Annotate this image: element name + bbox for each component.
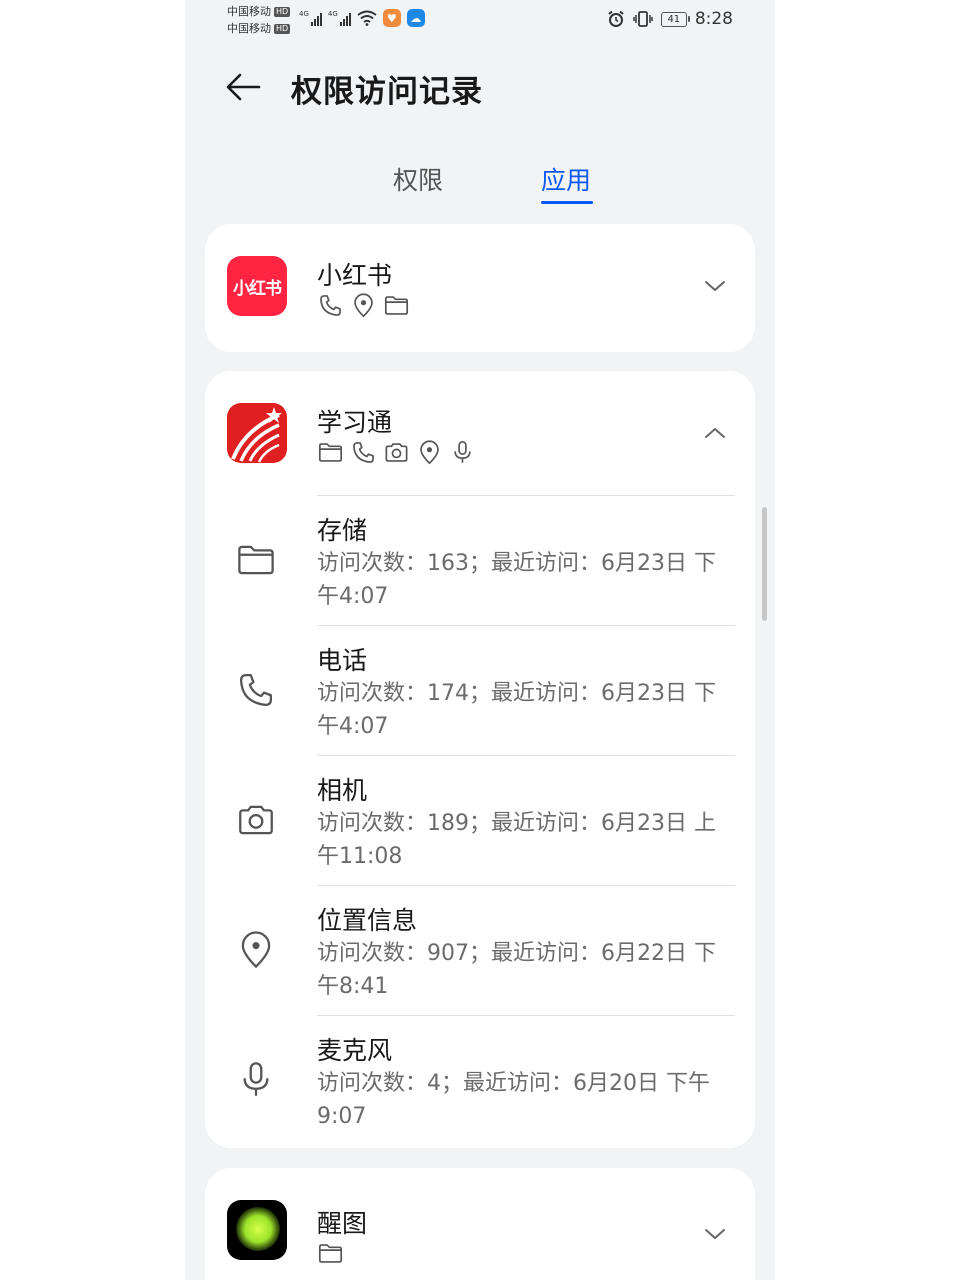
app-name: 醒图 bbox=[317, 1209, 368, 1238]
location-icon bbox=[354, 293, 373, 318]
hd-badge: HD bbox=[274, 23, 291, 34]
notification-app-icon: ♥ bbox=[382, 9, 401, 27]
app-row[interactable]: 醒图 bbox=[205, 1168, 755, 1280]
permission-item-location[interactable]: 位置信息 访问次数：907；最近访问：6月22日 下午8:41 bbox=[205, 885, 755, 1015]
network-type: 4G bbox=[327, 10, 338, 18]
microphone-icon bbox=[454, 440, 471, 463]
divider bbox=[317, 885, 735, 886]
xiaohongshu-app-icon: 小红书 bbox=[227, 256, 287, 316]
phone-screen: 中国移动 HD 中国移动 HD 4G 4G ♥ ☁ 41 8:28 权限访问记录… bbox=[185, 0, 775, 1280]
signal-icon: 4G bbox=[328, 10, 351, 26]
camera-icon bbox=[239, 805, 273, 835]
permission-item-phone[interactable]: 电话 访问次数：174；最近访问：6月23日 下午4:07 bbox=[205, 625, 755, 755]
app-name: 小红书 bbox=[317, 261, 393, 290]
permission-detail: 访问次数：907；最近访问：6月22日 下午8:41 bbox=[317, 941, 716, 999]
tab-permissions[interactable]: 权限 bbox=[393, 161, 443, 197]
microphone-icon bbox=[243, 1062, 269, 1096]
permission-list: 存储 访问次数：163；最近访问：6月23日 下午4:07 电话 访问次数：17… bbox=[205, 495, 755, 1145]
folder-icon bbox=[384, 296, 409, 315]
permission-title: 电话 bbox=[317, 646, 368, 675]
back-arrow-icon[interactable] bbox=[223, 67, 263, 107]
scrollbar[interactable] bbox=[762, 507, 767, 621]
permission-detail: 访问次数：4；最近访问：6月20日 下午9:07 bbox=[317, 1071, 710, 1129]
network-type: 4G bbox=[299, 10, 309, 18]
tab-apps[interactable]: 应用 bbox=[541, 161, 591, 197]
status-bar: 中国移动 HD 中国移动 HD 4G 4G ♥ ☁ 41 8:28 bbox=[185, 0, 775, 42]
app-row[interactable]: 小红书 小红书 bbox=[205, 224, 755, 352]
xuexitong-app-icon bbox=[227, 403, 287, 463]
divider bbox=[317, 625, 735, 626]
permission-detail: 访问次数：189；最近访问：6月23日 上午11:08 bbox=[317, 811, 716, 869]
camera-icon bbox=[385, 443, 408, 462]
permission-title: 存储 bbox=[317, 516, 368, 545]
chevron-down-icon[interactable] bbox=[703, 1222, 727, 1246]
permission-detail: 访问次数：163；最近访问：6月23日 下午4:07 bbox=[317, 551, 716, 609]
divider bbox=[317, 755, 735, 756]
location-icon bbox=[420, 440, 439, 465]
folder-icon bbox=[318, 1244, 343, 1263]
battery-icon: 41 bbox=[660, 11, 690, 27]
app-card-xiaohongshu: 小红书 小红书 bbox=[205, 224, 755, 352]
permission-icons bbox=[317, 439, 476, 466]
app-icon-text: 小红书 bbox=[233, 278, 282, 299]
carrier-1: 中国移动 bbox=[227, 5, 271, 18]
permission-title: 位置信息 bbox=[317, 906, 418, 935]
signal-icon: 4G bbox=[299, 10, 322, 26]
app-name: 学习通 bbox=[317, 408, 393, 437]
carrier-2: 中国移动 bbox=[227, 22, 271, 35]
permission-title: 相机 bbox=[317, 776, 368, 805]
chevron-up-icon[interactable] bbox=[703, 421, 727, 445]
location-icon bbox=[241, 931, 271, 969]
divider bbox=[317, 1015, 735, 1016]
permission-item-storage[interactable]: 存储 访问次数：163；最近访问：6月23日 下午4:07 bbox=[205, 495, 755, 625]
xingtu-app-icon bbox=[227, 1200, 287, 1260]
tab-bar: 权限 应用 bbox=[185, 155, 775, 207]
clock: 8:28 bbox=[694, 9, 733, 29]
active-tab-indicator bbox=[541, 201, 593, 204]
permission-icons bbox=[317, 292, 410, 319]
notification-app-icon: ☁ bbox=[406, 9, 425, 27]
chevron-down-icon[interactable] bbox=[703, 274, 727, 298]
phone-icon bbox=[239, 673, 273, 707]
header: 权限访问记录 bbox=[185, 52, 775, 122]
alarm-icon bbox=[608, 10, 624, 27]
hd-badge: HD bbox=[274, 6, 291, 17]
status-right: 41 8:28 bbox=[607, 9, 733, 29]
permission-item-microphone[interactable]: 麦克风 访问次数：4；最近访问：6月20日 下午9:07 bbox=[205, 1015, 755, 1145]
app-card-xuexitong: 学习通 存储 访问次数：163；最近访问：6月23日 下午4:07 电话 访问次… bbox=[205, 371, 755, 1148]
folder-icon bbox=[318, 443, 343, 462]
permission-item-camera[interactable]: 相机 访问次数：189；最近访问：6月23日 上午11:08 bbox=[205, 755, 755, 885]
permission-title: 麦克风 bbox=[317, 1036, 393, 1065]
app-card-xingtu: 醒图 bbox=[205, 1168, 755, 1280]
app-row[interactable]: 学习通 bbox=[205, 371, 755, 495]
page-title: 权限访问记录 bbox=[291, 74, 483, 110]
phone-icon bbox=[320, 295, 341, 316]
wifi-icon bbox=[357, 10, 377, 26]
carrier-info: 中国移动 HD 中国移动 HD bbox=[227, 3, 291, 37]
phone-icon bbox=[353, 442, 374, 463]
divider bbox=[317, 495, 735, 496]
folder-icon bbox=[238, 545, 274, 575]
signal-indicators: 4G 4G ♥ ☁ bbox=[299, 9, 425, 27]
vibrate-icon bbox=[633, 11, 653, 27]
permission-icons bbox=[317, 1240, 344, 1267]
permission-detail: 访问次数：174；最近访问：6月23日 下午4:07 bbox=[317, 681, 716, 739]
